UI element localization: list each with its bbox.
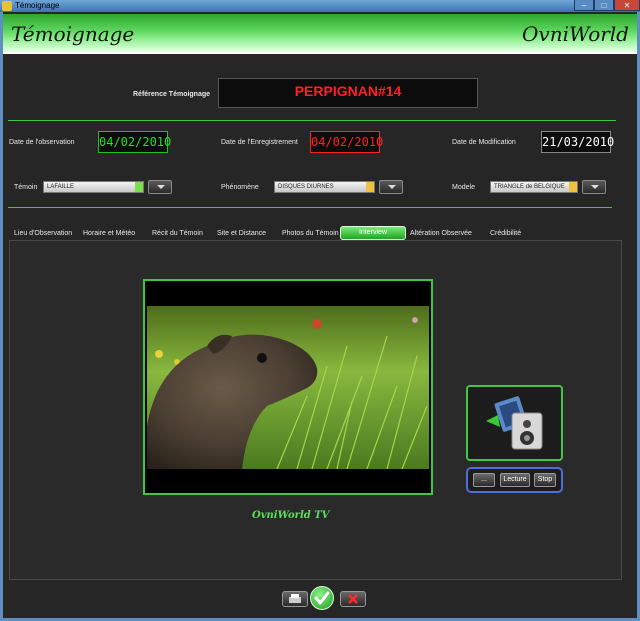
media-player-icon (486, 396, 543, 450)
video-frame-image (147, 306, 429, 469)
tab-site-distance[interactable]: Site et Distance (217, 228, 266, 240)
divider-bottom (8, 207, 612, 208)
model-select-arrow-icon (569, 182, 577, 192)
tab-interview[interactable]: Interview (340, 226, 406, 240)
reference-field: PERPIGNAN#14 (218, 78, 478, 108)
reference-value: PERPIGNAN#14 (294, 83, 402, 99)
phenomenon-select-arrow-icon (366, 182, 374, 192)
tab-alteration-observee[interactable]: Altération Observée (410, 228, 472, 240)
minimize-button[interactable]: – (574, 0, 594, 11)
stop-button[interactable]: Stop (534, 473, 556, 487)
more-options-button[interactable]: ... (473, 473, 495, 487)
tab-horaire-meteo[interactable]: Horaire et Météo (83, 228, 135, 240)
modification-date-label: Date de Modification (452, 139, 516, 146)
witness-dropdown-button[interactable] (148, 180, 172, 194)
window-titlebar: Témoignage – □ ✕ (0, 0, 640, 12)
maximize-button[interactable]: □ (594, 0, 614, 11)
cancel-icon (348, 594, 358, 604)
brand-name: OvniWorld (522, 22, 629, 46)
phenomenon-dropdown-button[interactable] (379, 180, 403, 194)
play-button[interactable]: Lecture (500, 473, 530, 487)
confirm-button[interactable] (310, 586, 334, 610)
marmot-image (147, 306, 429, 469)
video-caption: OvniWorld TV (252, 510, 330, 521)
header-banner: Témoignage OvniWorld (3, 14, 637, 54)
phenomenon-select[interactable]: DISQUES DIURNES (274, 181, 375, 193)
print-button[interactable] (282, 591, 308, 607)
tab-photos-temoin[interactable]: Photos du Témoin (282, 228, 339, 240)
phenomenon-label: Phénomène (221, 184, 259, 191)
model-dropdown-button[interactable] (582, 180, 606, 194)
registration-date-field[interactable]: 04/02/2010 (310, 131, 383, 153)
witness-label: Témoin (14, 184, 38, 191)
witness-select[interactable]: LAFAILLE (43, 181, 144, 193)
modification-date-field[interactable]: 21/03/2010 (541, 131, 614, 153)
observation-date-label: Date de l'observation (9, 139, 75, 146)
window-title: Témoignage (15, 1, 60, 10)
model-value: TRIANGLE de BELGIQUE (494, 184, 565, 190)
page-title: Témoignage (11, 22, 135, 46)
media-controls: ... Lecture Stop (466, 467, 563, 493)
tab-lieu-observation[interactable]: Lieu d'Observation (14, 228, 72, 240)
check-icon (314, 591, 330, 605)
reference-label: Référence Témoignage (133, 91, 211, 98)
media-thumbnail[interactable] (466, 385, 563, 461)
tab-recit-temoin[interactable]: Récit du Témoin (152, 228, 203, 240)
witness-value: LAFAILLE (47, 184, 75, 190)
close-button[interactable]: ✕ (614, 0, 640, 11)
observation-date-field[interactable]: 04/02/2010 (98, 131, 171, 153)
app-icon (2, 1, 12, 11)
cancel-button[interactable] (340, 591, 366, 607)
divider-top (8, 120, 616, 121)
registration-date-label: Date de l'Enregistrement (221, 139, 298, 146)
model-select[interactable]: TRIANGLE de BELGIQUE (490, 181, 578, 193)
witness-select-arrow-icon (135, 182, 143, 192)
tab-credibilite[interactable]: Crédibilité (490, 228, 521, 240)
model-label: Modele (452, 184, 475, 191)
print-icon (289, 594, 301, 603)
phenomenon-value: DISQUES DIURNES (278, 184, 334, 190)
video-player[interactable] (143, 279, 433, 495)
